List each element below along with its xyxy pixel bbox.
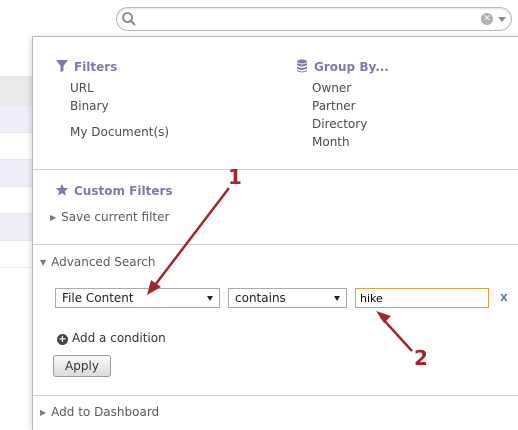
funnel-icon (56, 60, 68, 72)
custom-filters-label: Custom Filters (74, 184, 173, 198)
background-row (0, 214, 35, 241)
database-icon (297, 59, 307, 73)
background-row (0, 241, 35, 268)
filter-binary[interactable]: Binary (70, 99, 109, 113)
background-column-header (0, 76, 35, 106)
search-options-panel: Filters URL Binary My Document(s) Group … (32, 36, 518, 430)
plus-circle-icon: + (57, 334, 68, 345)
add-to-dashboard-label: Add to Dashboard (51, 405, 160, 419)
filters-heading: Filters (55, 59, 117, 74)
triangle-down-icon: ▼ (40, 258, 47, 267)
operator-select[interactable]: contains (228, 288, 347, 308)
filters-heading-label: Filters (74, 60, 118, 74)
add-condition-label: Add a condition (72, 331, 166, 345)
condition-value-input[interactable] (355, 288, 489, 308)
annotation-label-2: 2 (414, 346, 428, 370)
group-by-heading: Group By... (295, 59, 389, 74)
triangle-right-icon: ▶ (40, 408, 47, 417)
search-icon (122, 12, 136, 26)
background-row (0, 133, 35, 160)
background-row (0, 160, 35, 187)
add-condition-link[interactable]: + Add a condition (57, 331, 166, 345)
search-bar[interactable]: ✕ (116, 7, 512, 31)
save-current-filter-label: Save current filter (61, 210, 170, 224)
dropdown-arrow-icon (207, 296, 213, 301)
annotation-label-1: 1 (228, 165, 242, 189)
filter-my-documents[interactable]: My Document(s) (70, 125, 169, 139)
star-icon (55, 183, 69, 196)
clear-icon[interactable]: ✕ (481, 13, 493, 25)
chevron-down-icon[interactable] (498, 17, 506, 22)
dropdown-arrow-icon (334, 296, 340, 301)
field-select-value: File Content (62, 291, 134, 305)
advanced-search-label: Advanced Search (51, 255, 156, 269)
field-select[interactable]: File Content (55, 288, 220, 308)
group-by-partner[interactable]: Partner (312, 99, 356, 113)
group-by-directory[interactable]: Directory (312, 117, 367, 131)
add-to-dashboard-toggle[interactable]: ▶ Add to Dashboard (40, 405, 159, 419)
filter-url[interactable]: URL (70, 81, 94, 95)
apply-button[interactable]: Apply (53, 355, 111, 377)
custom-filters-section: Custom Filters ▶ Save current filter (33, 170, 518, 245)
dashboard-section: ▶ Add to Dashboard (33, 396, 518, 430)
background-row (0, 187, 35, 214)
group-by-month[interactable]: Month (312, 135, 350, 149)
background-row (0, 106, 35, 133)
save-current-filter-toggle[interactable]: ▶ Save current filter (50, 210, 169, 224)
operator-select-value: contains (235, 291, 286, 305)
group-by-heading-label: Group By... (314, 60, 389, 74)
search-input[interactable] (139, 10, 473, 29)
remove-condition-button[interactable]: x (500, 290, 508, 304)
custom-filters-heading: Custom Filters (55, 183, 173, 198)
filters-section: Filters URL Binary My Document(s) Group … (33, 37, 518, 170)
group-by-owner[interactable]: Owner (312, 81, 351, 95)
advanced-search-toggle[interactable]: ▼ Advanced Search (40, 255, 155, 269)
triangle-right-icon: ▶ (50, 213, 57, 222)
